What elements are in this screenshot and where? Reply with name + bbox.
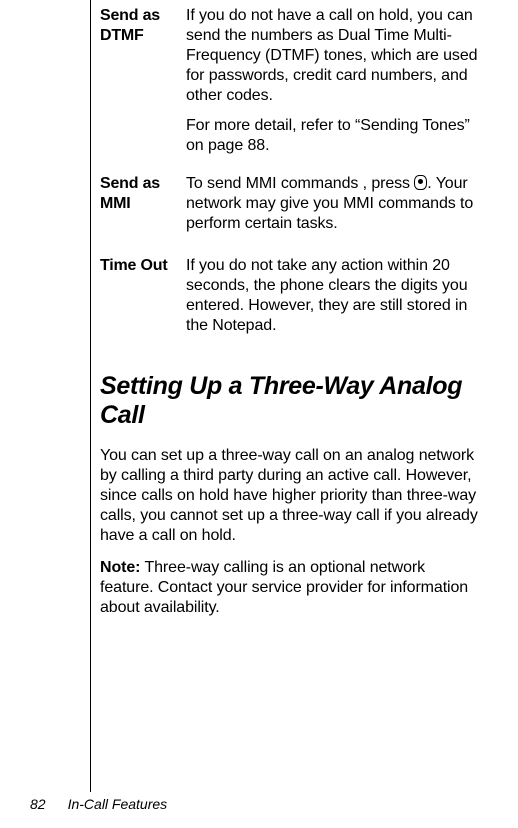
def-desc-pre: To send MMI commands , press <box>186 175 414 192</box>
manual-page: Send as DTMF If you do not have a call o… <box>0 0 518 828</box>
definition-row: Send as DTMF If you do not have a call o… <box>100 6 478 156</box>
def-desc: If you do not take any action within 20 … <box>186 256 478 336</box>
def-term-time-out: Time Out <box>100 256 186 276</box>
def-desc-text: If you do not have a call on hold, you c… <box>186 6 478 106</box>
note-paragraph: Note: Three-way calling is an optional n… <box>100 558 478 618</box>
def-desc-text: To send MMI commands , press . Your netw… <box>186 174 478 234</box>
def-desc: If you do not have a call on hold, you c… <box>186 6 478 156</box>
definition-row: Send as MMI To send MMI commands , press… <box>100 174 478 234</box>
page-content: Send as DTMF If you do not have a call o… <box>100 6 478 630</box>
page-number: 82 <box>30 796 46 812</box>
page-footer: 82 In-Call Features <box>30 796 167 812</box>
def-desc-text: For more detail, refer to “Sending Tones… <box>186 116 478 156</box>
key-icon <box>414 175 427 190</box>
def-term-send-mmi: Send as MMI <box>100 174 186 214</box>
note-label: Note: <box>100 559 140 576</box>
margin-rule <box>90 0 91 792</box>
chapter-title: In-Call Features <box>68 796 168 812</box>
def-desc-text: If you do not take any action within 20 … <box>186 256 478 336</box>
definition-row: Time Out If you do not take any action w… <box>100 256 478 336</box>
def-term-send-dtmf: Send as DTMF <box>100 6 186 46</box>
note-text: Three-way calling is an optional network… <box>100 559 468 616</box>
body-paragraph: You can set up a three-way call on an an… <box>100 446 478 546</box>
section-heading: Setting Up a Three-Way Analog Call <box>100 372 478 430</box>
def-desc: To send MMI commands , press . Your netw… <box>186 174 478 234</box>
